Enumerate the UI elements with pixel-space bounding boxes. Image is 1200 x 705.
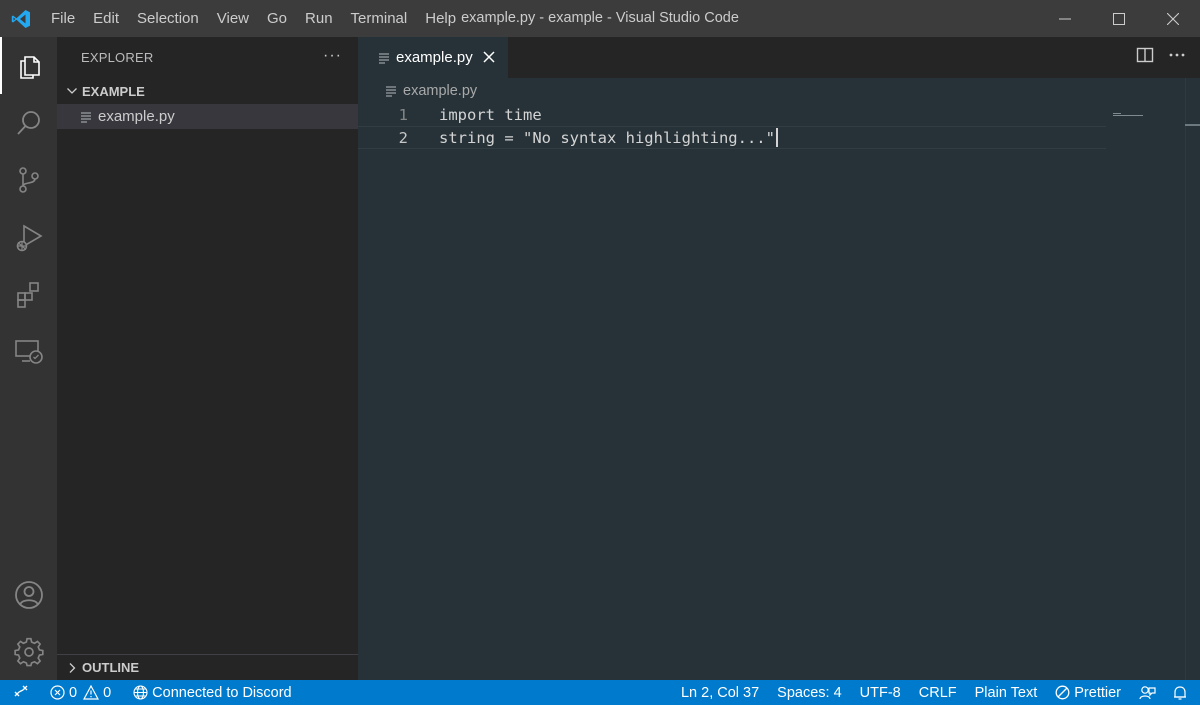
- warning-icon: [83, 685, 100, 700]
- code-line: 1 import time: [358, 103, 1108, 126]
- code-text: string = "No syntax highlighting...": [439, 128, 775, 147]
- activity-bar: [0, 37, 57, 680]
- editor-actions: [1136, 37, 1186, 78]
- window-controls: [1038, 0, 1200, 37]
- discord-status-label: Connected to Discord: [152, 684, 292, 701]
- tab-example-py[interactable]: example.py: [358, 37, 508, 78]
- menu-bar: File Edit Selection View Go Run Terminal…: [42, 0, 465, 37]
- source-control-icon[interactable]: [0, 151, 57, 208]
- files-icon[interactable]: [0, 37, 57, 94]
- prettier-label: Prettier: [1074, 684, 1121, 701]
- remote-icon: [14, 684, 28, 702]
- line-number: 2: [398, 128, 408, 147]
- code-editor[interactable]: 1 import time 2 string = "No syntax high…: [358, 103, 1108, 149]
- menu-help[interactable]: Help: [416, 0, 465, 37]
- search-icon[interactable]: [0, 94, 57, 151]
- line-number: 1: [398, 105, 408, 124]
- scrollbar-cursor-marker: [1185, 124, 1200, 126]
- prohibited-icon: [1055, 685, 1070, 700]
- error-count: 0: [69, 684, 78, 701]
- editor-tabs-bar: example.py: [358, 37, 1200, 78]
- plain-text-file-icon: [378, 52, 396, 64]
- split-editor-icon[interactable]: [1136, 46, 1154, 69]
- folder-name: EXAMPLE: [82, 83, 145, 99]
- explorer-header: EXPLORER ···: [57, 37, 358, 78]
- globe-icon: [133, 685, 148, 700]
- explorer-sidebar: EXPLORER ··· EXAMPLE example.py OUTLINE: [57, 37, 358, 680]
- language-mode[interactable]: Plain Text: [965, 680, 1046, 705]
- outline-section-header[interactable]: OUTLINE: [57, 654, 358, 680]
- code-line-current: 2 string = "No syntax highlighting...": [358, 126, 1106, 149]
- minimap[interactable]: [1113, 104, 1147, 116]
- error-icon: [50, 685, 65, 700]
- feedback-icon[interactable]: [1129, 680, 1166, 705]
- plain-text-file-icon: [80, 111, 98, 123]
- extensions-icon[interactable]: [0, 265, 57, 322]
- text-cursor: [775, 128, 778, 147]
- file-tree-item[interactable]: example.py: [57, 104, 358, 129]
- close-window-button[interactable]: [1146, 0, 1200, 37]
- settings-gear-icon[interactable]: [0, 623, 57, 680]
- menu-edit[interactable]: Edit: [84, 0, 128, 37]
- more-actions-icon[interactable]: [1168, 46, 1186, 69]
- vscode-logo-icon: [0, 0, 42, 37]
- warning-count: 0: [103, 684, 112, 701]
- chevron-right-icon: [63, 662, 81, 674]
- outline-title: OUTLINE: [82, 660, 140, 675]
- minimize-button[interactable]: [1038, 0, 1092, 37]
- eol-setting[interactable]: CRLF: [909, 680, 965, 705]
- run-debug-icon[interactable]: [0, 208, 57, 265]
- plain-text-file-icon: [385, 85, 403, 97]
- menu-file[interactable]: File: [42, 0, 84, 37]
- breadcrumb-file: example.py: [403, 83, 478, 99]
- vertical-scrollbar[interactable]: [1185, 78, 1200, 680]
- maximize-button[interactable]: [1092, 0, 1146, 37]
- problems-indicator[interactable]: 0 0: [42, 680, 119, 705]
- explorer-title: EXPLORER: [81, 50, 154, 65]
- tab-label: example.py: [396, 49, 473, 66]
- menu-terminal[interactable]: Terminal: [342, 0, 417, 37]
- title-bar: File Edit Selection View Go Run Terminal…: [0, 0, 1200, 37]
- remote-indicator[interactable]: [0, 680, 42, 705]
- close-tab-icon[interactable]: [480, 48, 498, 66]
- discord-status[interactable]: Connected to Discord: [125, 680, 299, 705]
- menu-go[interactable]: Go: [258, 0, 296, 37]
- status-bar-right: Ln 2, Col 37 Spaces: 4 UTF-8 CRLF Plain …: [673, 680, 1200, 705]
- file-tree-item-label: example.py: [98, 108, 175, 125]
- status-bar: 0 0 Connected to Discord Ln 2, Col 37 Sp…: [0, 680, 1200, 705]
- more-actions-icon[interactable]: ···: [323, 47, 342, 65]
- notifications-bell-icon[interactable]: [1166, 680, 1200, 705]
- remote-explorer-icon[interactable]: [0, 322, 57, 379]
- menu-view[interactable]: View: [208, 0, 258, 37]
- chevron-down-icon: [63, 85, 81, 97]
- prettier-status[interactable]: Prettier: [1045, 680, 1129, 705]
- cursor-position[interactable]: Ln 2, Col 37: [673, 680, 767, 705]
- menu-run[interactable]: Run: [296, 0, 342, 37]
- indentation-setting[interactable]: Spaces: 4: [767, 680, 850, 705]
- menu-selection[interactable]: Selection: [128, 0, 208, 37]
- code-text: import time: [439, 105, 542, 124]
- breadcrumb[interactable]: example.py: [385, 80, 477, 102]
- encoding-setting[interactable]: UTF-8: [850, 680, 909, 705]
- folder-section-header[interactable]: EXAMPLE: [57, 78, 358, 104]
- account-icon[interactable]: [0, 566, 57, 623]
